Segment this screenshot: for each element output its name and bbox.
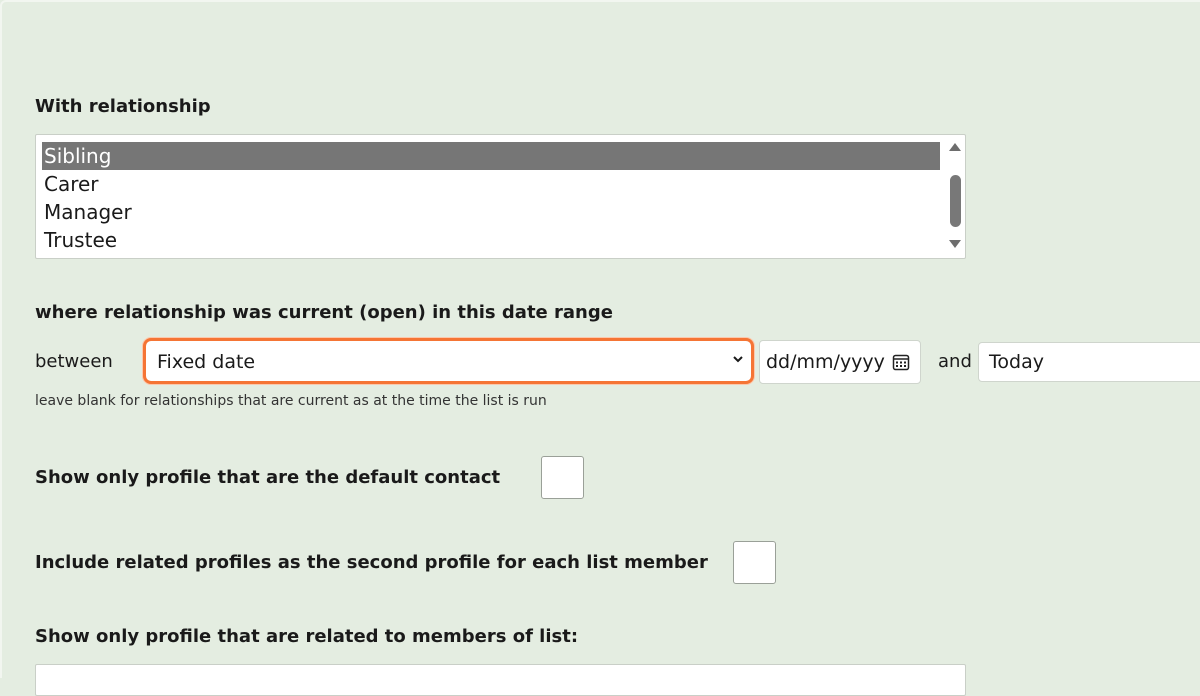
relationship-listbox[interactable]: Sibling Carer Manager Trustee [35, 134, 966, 259]
include-related-label: Include related profiles as the second p… [35, 552, 708, 573]
scroll-down-arrow-icon[interactable] [949, 240, 961, 248]
scroll-up-arrow-icon[interactable] [949, 143, 961, 151]
default-contact-checkbox[interactable] [541, 456, 584, 499]
and-label: and [938, 351, 972, 372]
relationship-option-carer[interactable]: Carer [42, 170, 940, 198]
end-date-value: Today [989, 351, 1044, 373]
date-range-heading: where relationship was current (open) in… [35, 302, 613, 323]
members-of-list-heading: Show only profile that are related to me… [35, 626, 579, 647]
between-label: between [35, 351, 113, 372]
start-date-input[interactable]: dd/mm/yyyy [759, 340, 921, 384]
calendar-icon[interactable] [892, 353, 910, 371]
range-type-select[interactable]: Fixed date [143, 338, 754, 384]
relationship-heading: With relationship [35, 96, 211, 117]
start-date-placeholder: dd/mm/yyyy [766, 351, 885, 373]
chevron-down-icon [733, 356, 743, 363]
relationship-option-trustee[interactable]: Trustee [42, 226, 940, 254]
range-type-selected-value: Fixed date [157, 351, 256, 373]
relationship-option-manager[interactable]: Manager [42, 198, 940, 226]
date-range-hint: leave blank for relationships that are c… [35, 393, 547, 409]
default-contact-label: Show only profile that are the default c… [35, 467, 501, 488]
listbox-scrollbar-thumb[interactable] [950, 175, 961, 227]
members-of-list-listbox[interactable] [35, 664, 966, 696]
end-date-input[interactable]: Today [978, 342, 1200, 382]
relationship-option-sibling[interactable]: Sibling [42, 142, 940, 170]
include-related-checkbox[interactable] [733, 541, 776, 584]
